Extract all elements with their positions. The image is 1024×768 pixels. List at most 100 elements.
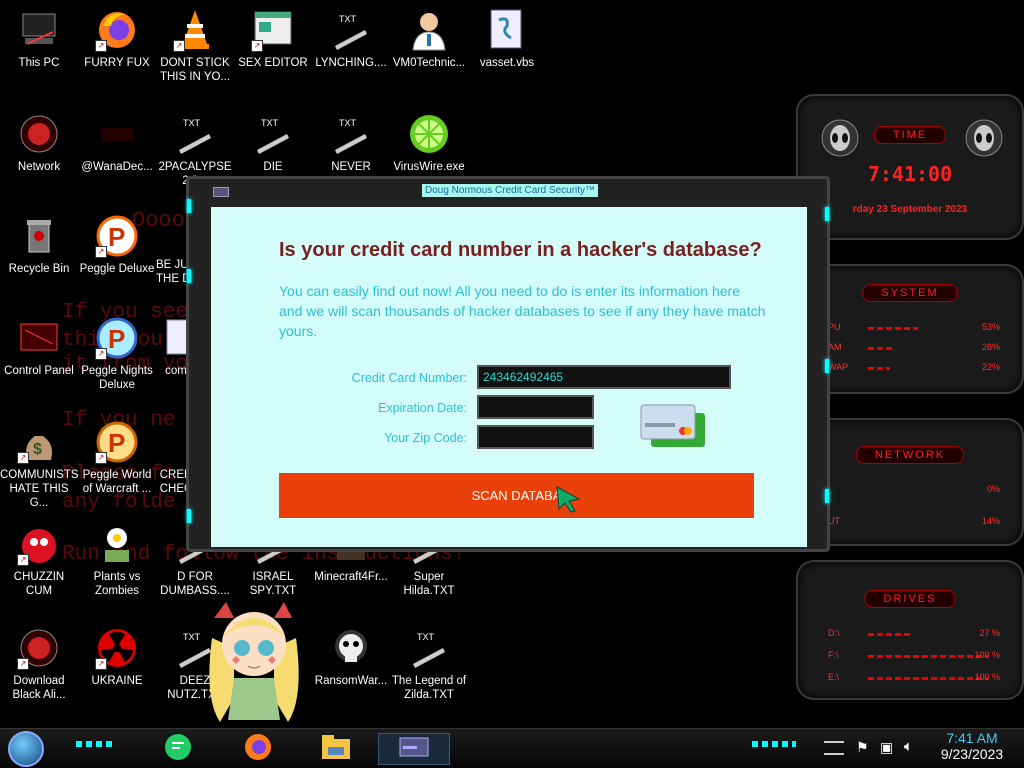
desktop-icon-this-pc[interactable]: This PC	[0, 8, 78, 70]
taskbar-firefox[interactable]	[240, 733, 276, 765]
desktop-icon-peggle-deluxe[interactable]: P ↗ Peggle Deluxe	[78, 214, 156, 276]
dialog-title: Doug Normous Credit Card Security™	[422, 184, 599, 197]
drive-e-bar	[868, 677, 988, 680]
ram-stat: AM 26%	[828, 342, 1000, 352]
credit-card-dialog: Doug Normous Credit Card Security™ Is yo…	[186, 176, 830, 552]
frame-light	[825, 489, 829, 503]
svg-text:P: P	[108, 324, 125, 354]
drive-f-bar	[868, 655, 988, 658]
desktop-icon-wanadec[interactable]: @WanaDec...	[78, 112, 156, 174]
svg-text:$: $	[33, 441, 42, 458]
desktop-icon-never[interactable]: TXT NEVER	[312, 112, 390, 174]
frame-light	[187, 509, 191, 523]
time-header: TIME	[873, 126, 947, 144]
svg-text:TXT: TXT	[183, 118, 201, 128]
gadget-system: SYSTEM PU 53% AM 26% WAP 22%	[796, 264, 1024, 394]
drive-f-stat: F:\ 100 %	[828, 650, 1000, 660]
network-header: NETWORK	[855, 446, 965, 464]
skull-icon	[329, 626, 373, 670]
swap-bar	[868, 367, 890, 370]
txt-file-icon: TXT	[329, 8, 373, 52]
svg-text:TXT: TXT	[339, 14, 357, 24]
taskbar-date: 9/23/2023	[940, 746, 1004, 762]
folder-icon	[320, 733, 352, 766]
desktop-icon-download-black-ali[interactable]: ↗ Download Black Ali...	[0, 626, 78, 702]
desktop-icon-sex-editor[interactable]: ↗ SEX EDITOR	[234, 8, 312, 70]
frame-light	[187, 269, 191, 283]
net-out-stat: UT 14%	[828, 516, 1000, 526]
volume-icon[interactable]: 🔈︎	[904, 738, 913, 755]
app-icon	[213, 187, 229, 197]
desktop-icon-ransomware[interactable]: RansomWar...	[312, 626, 390, 688]
alien-head-icon	[964, 118, 1004, 163]
gadget-drives: DRIVES D:\ 27 % F:\ 100 % E:\ 100 %	[796, 560, 1024, 700]
desktop-icon-control-panel[interactable]: Control Panel	[0, 316, 78, 378]
desktop: Oooo If you see this you it from yo If y…	[0, 0, 1024, 728]
alien-orb-icon	[17, 112, 61, 156]
recycle-bin-icon	[17, 214, 61, 258]
taskbar-active-app[interactable]	[378, 733, 450, 765]
desktop-icon-pvz[interactable]: Plants vs Zombies	[78, 522, 156, 598]
gadget-network: NETWORK 0% UT 14%	[796, 418, 1024, 546]
plant-icon	[95, 522, 139, 566]
lime-icon	[407, 112, 451, 156]
svg-text:TXT: TXT	[417, 632, 435, 642]
svg-text:TXT: TXT	[183, 632, 201, 642]
drive-d-bar	[868, 633, 910, 636]
desktop-icon-legend-of-zilda[interactable]: TXT The Legend of Zilda.TXT	[390, 626, 468, 702]
desktop-icon-recycle-bin[interactable]: Recycle Bin	[0, 214, 78, 276]
zip-code-input[interactable]	[477, 425, 594, 449]
computer-icon	[17, 8, 61, 52]
desktop-icon-communists[interactable]: $ ↗ COMMUNISTS HATE THIS G...	[0, 420, 78, 510]
window-app-icon: ↗	[251, 8, 295, 52]
taskbar-file-explorer[interactable]	[318, 733, 354, 765]
desktop-icon-viruswire[interactable]: VirusWire.exe	[390, 112, 468, 174]
desktop-icon-network[interactable]: Network	[0, 112, 78, 174]
zip-code-label: Your Zip Code:	[384, 431, 467, 445]
wannacry-icon	[95, 112, 139, 156]
desktop-icon-die[interactable]: TXT DIE	[234, 112, 312, 174]
show-hidden-icons-button[interactable]	[824, 741, 844, 755]
credit-cards-icon	[639, 403, 707, 456]
mouse-cursor-icon	[555, 485, 583, 518]
desktop-icon-vasset[interactable]: vasset.vbs	[468, 8, 546, 70]
net-in-stat: 0%	[986, 484, 1000, 494]
desktop-icon-lynching[interactable]: TXT LYNCHING....	[312, 8, 390, 70]
cpu-stat: PU 53%	[828, 322, 1000, 332]
svg-text:P: P	[108, 222, 125, 252]
desktop-icon-furry-fux[interactable]: ↗ FURRY FUX	[78, 8, 156, 70]
desktop-icon-chuzzin[interactable]: ↗ CHUZZIN CUM	[0, 522, 78, 598]
taskbar-clock[interactable]: 7:41 AM 9/23/2023	[930, 730, 1014, 762]
network-icon[interactable]: ▣	[880, 739, 893, 756]
txt-file-icon: TXT	[173, 112, 217, 156]
peggle-icon: P ↗	[95, 214, 139, 258]
cpu-bar	[868, 327, 918, 330]
desktop-icon-vm0technic[interactable]: VM0Technic...	[390, 8, 468, 70]
script-file-icon	[485, 8, 529, 52]
scan-database-button[interactable]: SCAN DATABA	[279, 473, 754, 518]
start-orb-button[interactable]	[8, 731, 44, 767]
expiration-date-input[interactable]	[477, 395, 594, 419]
firefox-icon	[243, 732, 273, 767]
svg-text:TXT: TXT	[339, 118, 357, 128]
frame-light	[187, 199, 191, 213]
desktop-icon-ukraine[interactable]: ↗ UKRAINE	[78, 626, 156, 688]
flag-icon[interactable]: ⚑	[856, 739, 869, 756]
desktop-icon-vlc[interactable]: ↗ DONT STICK THIS IN YO...	[156, 8, 234, 84]
control-panel-icon	[17, 316, 61, 360]
alien-head-icon	[820, 118, 860, 163]
frame-light	[825, 359, 829, 373]
system-header: SYSTEM	[862, 284, 958, 302]
frame-light	[825, 207, 829, 221]
card-number-input[interactable]	[477, 365, 731, 389]
cartoon-character-sticker	[204, 598, 304, 728]
taskbar-chat-app[interactable]	[160, 733, 196, 765]
peggle-icon: P ↗	[95, 420, 139, 464]
taskbar-light	[76, 741, 116, 747]
gadget-time: TIME 7:41:00 rday 23 September 2023	[796, 94, 1024, 240]
desktop-icon-peggle-wow[interactable]: P ↗ Peggle World of Warcraft ...	[78, 420, 156, 496]
txt-file-icon: TXT	[407, 626, 451, 670]
desktop-icon-peggle-nights[interactable]: P ↗ Peggle Nights Deluxe	[78, 316, 156, 392]
expiration-date-label: Expiration Date:	[378, 401, 467, 415]
peggle-icon: P ↗	[95, 316, 139, 360]
